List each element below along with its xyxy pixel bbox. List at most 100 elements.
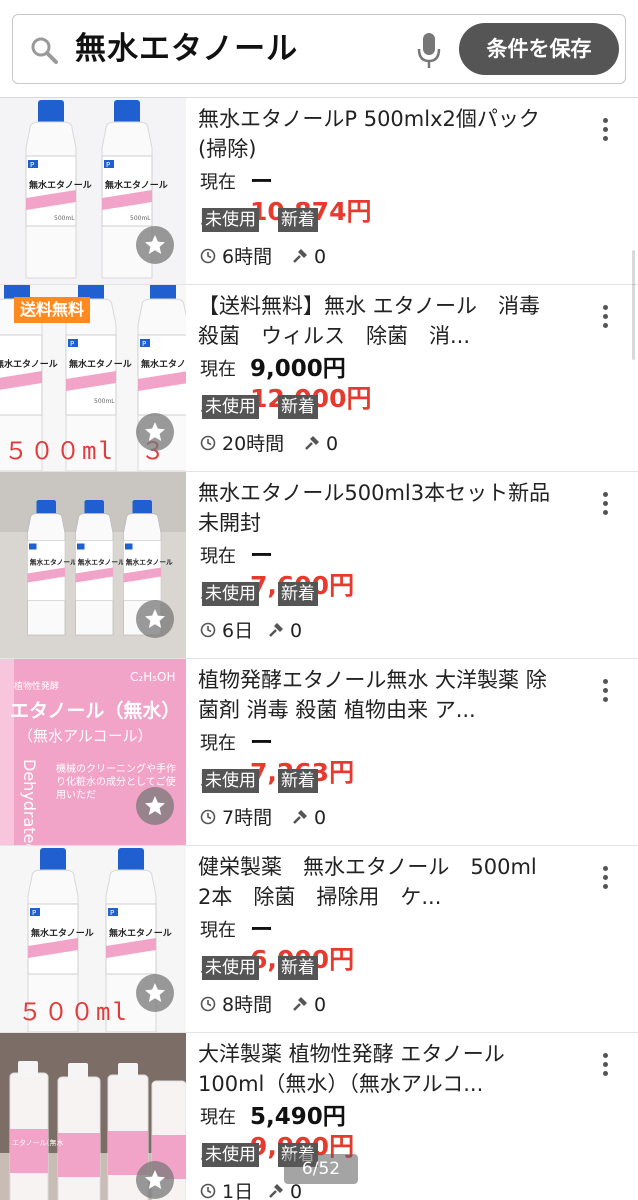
star-icon xyxy=(145,422,165,441)
bid-count: 0 xyxy=(314,807,327,829)
item-thumbnail[interactable]: 無水エタノール 無水エタノール 無水エタノール xyxy=(0,472,186,658)
current-price: ー xyxy=(250,730,273,756)
favorite-button[interactable] xyxy=(136,787,174,825)
search-input[interactable]: 無水エタノール xyxy=(75,29,298,69)
star-icon xyxy=(145,983,165,1002)
svg-text:無水エタノール: 無水エタノール xyxy=(109,927,172,939)
microphone-icon[interactable] xyxy=(415,31,443,71)
favorite-button[interactable] xyxy=(136,226,174,264)
svg-text:P: P xyxy=(142,340,146,348)
new-arrival-tag: 新着 xyxy=(278,956,318,980)
favorite-button[interactable] xyxy=(136,413,174,451)
item-title[interactable]: 【送料無料】無水 エタノール 消毒 殺菌 ウィルス 除菌 消... xyxy=(198,291,564,351)
star-icon xyxy=(145,796,165,815)
current-price: 5,490円 xyxy=(250,1104,346,1130)
favorite-button[interactable] xyxy=(136,600,174,638)
item-title[interactable]: 大洋製薬 植物性発酵 エタノール 100ml（無水）（無水アルコ... xyxy=(198,1039,564,1099)
svg-text:無水エタノール: 無水エタノール xyxy=(126,558,173,567)
clock-icon xyxy=(200,996,216,1012)
svg-text:P: P xyxy=(70,340,74,348)
clock-icon xyxy=(200,248,216,264)
svg-text:無水エタノール: 無水エタノール xyxy=(30,558,77,567)
list-item[interactable]: P 無水エタノール P 無水エタノール ５００ml 健栄製薬 無水エタノール 5… xyxy=(0,846,638,1033)
search-header: 無水エタノール 条件を保存 xyxy=(0,0,638,98)
clock-icon xyxy=(200,1183,216,1199)
current-price: ー xyxy=(250,169,273,195)
svg-text:無水エタノール: 無水エタノール xyxy=(69,358,132,370)
time-left: 1日 xyxy=(222,1181,254,1200)
current-price-label: 現在 xyxy=(200,920,236,941)
svg-text:無水エタノール: 無水エタノール xyxy=(29,179,92,191)
svg-text:無水エタノール: 無水エタノール xyxy=(105,179,168,191)
bid-count: 0 xyxy=(326,433,339,455)
star-icon xyxy=(145,235,165,254)
time-left: 6日 xyxy=(222,620,254,642)
svg-text:P: P xyxy=(32,909,36,917)
item-title[interactable]: 無水エタノール500ml3本セット新品未開封 xyxy=(198,478,564,538)
favorite-button[interactable] xyxy=(136,974,174,1012)
svg-text:無水エタノール: 無水エタノール xyxy=(78,558,125,567)
free-shipping-badge: 送料無料 xyxy=(14,297,91,323)
svg-text:500mL: 500mL xyxy=(54,215,75,222)
favorite-button[interactable] xyxy=(136,1161,174,1199)
svg-text:500mL: 500mL xyxy=(130,215,151,222)
list-item[interactable]: 無水エタノール P 無水エタノール 500mL P 無水エタノ 送料無料 ５００… xyxy=(0,285,638,472)
item-thumbnail[interactable]: エタノール(無水 xyxy=(0,1033,186,1200)
item-thumbnail[interactable]: 無水エタノール P 無水エタノール 500mL P 無水エタノ 送料無料 ５００… xyxy=(0,285,186,471)
gavel-icon xyxy=(293,249,307,263)
time-left: 6時間 xyxy=(222,246,273,268)
more-options-icon[interactable] xyxy=(596,492,614,520)
thumbnail-caption: ５００ml xyxy=(18,998,129,1026)
item-thumbnail[interactable]: C₂H₅OH 植物性発酵 エタノール（無水） （無水アルコール） Dehydra… xyxy=(0,659,186,845)
svg-text:無水エタノール: 無水エタノール xyxy=(0,358,58,370)
svg-text:Dehydrated: Dehydrated xyxy=(20,759,39,845)
list-item[interactable]: C₂H₅OH 植物性発酵 エタノール（無水） （無水アルコール） Dehydra… xyxy=(0,659,638,846)
save-search-button[interactable]: 条件を保存 xyxy=(459,23,619,75)
clock-icon xyxy=(200,435,216,451)
new-arrival-tag: 新着 xyxy=(278,208,318,232)
svg-text:P: P xyxy=(30,161,34,169)
svg-text:植物性発酵: 植物性発酵 xyxy=(14,680,59,692)
star-icon xyxy=(145,1170,165,1189)
time-left: 7時間 xyxy=(222,807,273,829)
more-options-icon[interactable] xyxy=(596,118,614,146)
item-thumbnail[interactable]: P 無水エタノール P 無水エタノール ５００ml xyxy=(0,846,186,1032)
current-price: ー xyxy=(250,543,273,569)
condition-tag: 未使用 xyxy=(202,208,259,232)
list-item[interactable]: P 無水エタノール 500mL P 無水エタノール 500mL 無水エタノールP… xyxy=(0,98,638,285)
svg-text:C₂H₅OH: C₂H₅OH xyxy=(130,670,176,684)
clock-icon xyxy=(200,622,216,638)
current-price-label: 現在 xyxy=(200,172,236,193)
time-left: 8時間 xyxy=(222,994,273,1016)
page-indicator: 6/52 xyxy=(284,1154,358,1184)
more-options-icon[interactable] xyxy=(596,866,614,894)
new-arrival-tag: 新着 xyxy=(278,769,318,793)
svg-text:P: P xyxy=(106,161,110,169)
search-box[interactable]: 無水エタノール 条件を保存 xyxy=(12,14,626,84)
item-title[interactable]: 健栄製薬 無水エタノール 500ml 2本 除菌 掃除用 ケ... xyxy=(198,852,564,912)
item-thumbnail[interactable]: P 無水エタノール 500mL P 無水エタノール 500mL xyxy=(0,98,186,284)
current-price-label: 現在 xyxy=(200,1107,236,1128)
scrollbar[interactable] xyxy=(632,250,635,360)
bid-count: 0 xyxy=(290,620,303,642)
search-icon xyxy=(31,37,58,64)
item-title[interactable]: 植物発酵エタノール無水 大洋製薬 除菌剤 消毒 殺菌 植物由来 ア... xyxy=(198,665,564,725)
gavel-icon xyxy=(293,997,307,1011)
current-price: 9,000円 xyxy=(250,356,346,382)
star-icon xyxy=(145,609,165,628)
svg-text:500mL: 500mL xyxy=(94,398,115,405)
condition-tag: 未使用 xyxy=(202,395,259,419)
list-item[interactable]: 無水エタノール 無水エタノール 無水エタノール 無水エタノール500ml3本セッ… xyxy=(0,472,638,659)
condition-tag: 未使用 xyxy=(202,582,259,606)
more-options-icon[interactable] xyxy=(596,1053,614,1081)
more-options-icon[interactable] xyxy=(596,305,614,333)
gavel-icon xyxy=(305,436,319,450)
condition-tag: 未使用 xyxy=(202,769,259,793)
bid-count: 0 xyxy=(314,994,327,1016)
bid-count: 0 xyxy=(314,246,327,268)
condition-tag: 未使用 xyxy=(202,1143,259,1167)
svg-text:無水エタノール: 無水エタノール xyxy=(31,927,94,939)
item-title[interactable]: 無水エタノールP 500mlx2個パック(掃除) xyxy=(198,104,564,164)
new-arrival-tag: 新着 xyxy=(278,395,318,419)
more-options-icon[interactable] xyxy=(596,679,614,707)
